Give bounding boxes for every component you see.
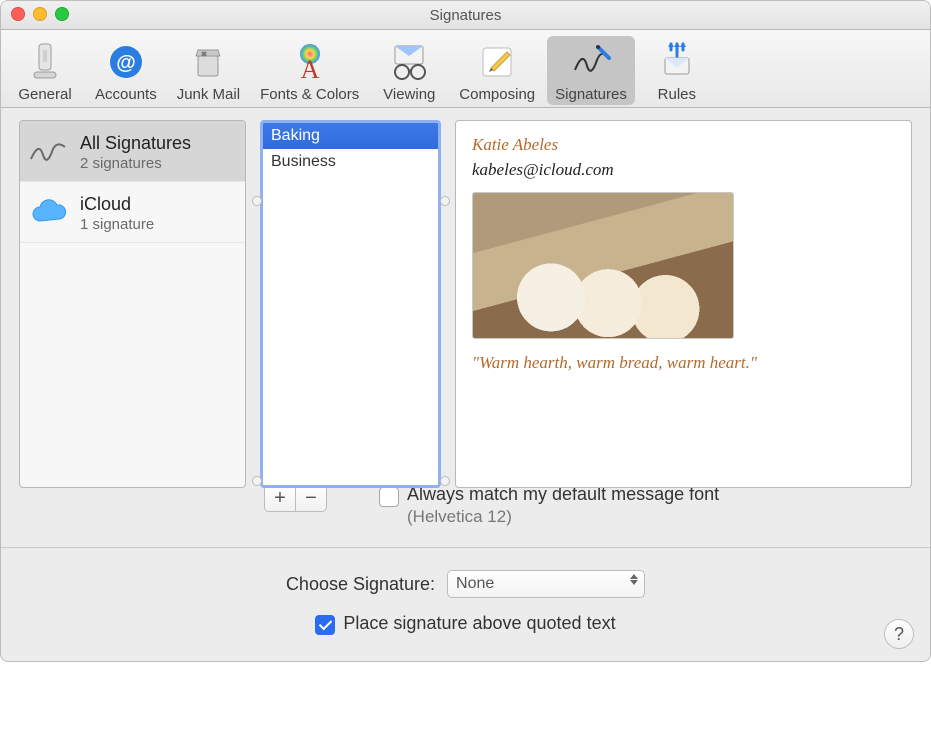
zoom-window-button[interactable] — [55, 7, 69, 21]
icloud-icon — [28, 192, 70, 234]
account-item-icloud[interactable]: iCloud 1 signature — [20, 182, 245, 243]
below-columns-row: + − Always match my default message font… — [19, 484, 912, 527]
viewing-icon — [387, 40, 431, 84]
column-resize-handle[interactable] — [252, 476, 262, 486]
account-name: All Signatures — [80, 133, 191, 154]
choose-signature-select[interactable]: None — [447, 570, 645, 598]
preview-email: kabeles@icloud.com — [472, 158, 895, 183]
preview-display-name: Katie Abeles — [472, 133, 895, 158]
match-default-font-row: Always match my default message font (He… — [379, 484, 719, 527]
place-above-row: Place signature above quoted text — [19, 612, 912, 635]
place-above-checkbox[interactable] — [315, 615, 335, 635]
columns: All Signatures 2 signatures iCloud 1 sig… — [19, 120, 912, 488]
toolbar-label: Rules — [658, 86, 696, 103]
toolbar-signatures[interactable]: Signatures — [547, 36, 635, 105]
toolbar-label: Junk Mail — [177, 86, 240, 103]
help-button[interactable]: ? — [884, 619, 914, 649]
preferences-toolbar: General @ Accounts Junk Mail — [1, 30, 930, 108]
choose-signature-label: Choose Signature: — [286, 574, 435, 595]
toolbar-junk-mail[interactable]: Junk Mail — [169, 36, 248, 105]
close-window-button[interactable] — [11, 7, 25, 21]
titlebar: Signatures — [1, 1, 930, 30]
toolbar-label: Fonts & Colors — [260, 86, 359, 103]
signature-preview[interactable]: Katie Abeles kabeles@icloud.com "Warm he… — [455, 120, 912, 488]
toolbar-general[interactable]: General — [7, 36, 83, 105]
toolbar-label: Viewing — [383, 86, 435, 103]
signatures-icon — [569, 40, 613, 84]
svg-text:@: @ — [116, 52, 136, 74]
signature-icon — [28, 131, 70, 173]
signatures-list: Baking Business — [260, 120, 441, 488]
place-above-label: Place signature above quoted text — [343, 613, 615, 634]
svg-text:A: A — [300, 55, 319, 82]
choose-signature-value: None — [456, 575, 494, 593]
signature-item[interactable]: Business — [263, 149, 438, 175]
rules-icon — [655, 40, 699, 84]
signature-controls: + − — [264, 484, 327, 512]
match-default-font-detail: (Helvetica 12) — [407, 507, 719, 527]
minimize-window-button[interactable] — [33, 7, 47, 21]
toolbar-label: General — [18, 86, 71, 103]
account-subtitle: 1 signature — [80, 216, 154, 233]
window-controls — [11, 7, 69, 21]
toolbar-accounts[interactable]: @ Accounts — [87, 36, 165, 105]
toolbar-label: Composing — [459, 86, 535, 103]
account-titles: All Signatures 2 signatures — [80, 133, 191, 172]
signature-item[interactable]: Baking — [263, 123, 438, 149]
toolbar-fonts-colors[interactable]: A Fonts & Colors — [252, 36, 367, 105]
toolbar-rules[interactable]: Rules — [639, 36, 715, 105]
chevron-up-down-icon — [630, 574, 638, 585]
account-subtitle: 2 signatures — [80, 155, 191, 172]
accounts-list: All Signatures 2 signatures iCloud 1 sig… — [19, 120, 246, 488]
general-icon — [23, 40, 67, 84]
bottom-section: Choose Signature: None Place signature a… — [1, 547, 930, 661]
preferences-window: Signatures General @ Accounts — [0, 0, 931, 662]
column-resize-handle[interactable] — [252, 196, 262, 206]
window-title: Signatures — [430, 7, 502, 24]
account-titles: iCloud 1 signature — [80, 194, 154, 233]
composing-icon — [475, 40, 519, 84]
match-default-font-checkbox[interactable] — [379, 487, 399, 507]
add-signature-button[interactable]: + — [264, 484, 296, 512]
junk-mail-icon — [186, 40, 230, 84]
account-item-all-signatures[interactable]: All Signatures 2 signatures — [20, 121, 245, 182]
choose-signature-row: Choose Signature: None — [19, 570, 912, 598]
fonts-colors-icon: A — [288, 40, 332, 84]
toolbar-composing[interactable]: Composing — [451, 36, 543, 105]
account-name: iCloud — [80, 194, 154, 215]
accounts-icon: @ — [104, 40, 148, 84]
toolbar-label: Signatures — [555, 86, 627, 103]
preview-image — [472, 192, 734, 339]
remove-signature-button[interactable]: − — [296, 484, 327, 512]
content-area: All Signatures 2 signatures iCloud 1 sig… — [1, 108, 930, 547]
toolbar-label: Accounts — [95, 86, 157, 103]
preview-quote: "Warm hearth, warm bread, warm heart." — [472, 351, 895, 376]
column-resize-handle[interactable] — [440, 196, 450, 206]
toolbar-viewing[interactable]: Viewing — [371, 36, 447, 105]
column-resize-handle[interactable] — [440, 476, 450, 486]
